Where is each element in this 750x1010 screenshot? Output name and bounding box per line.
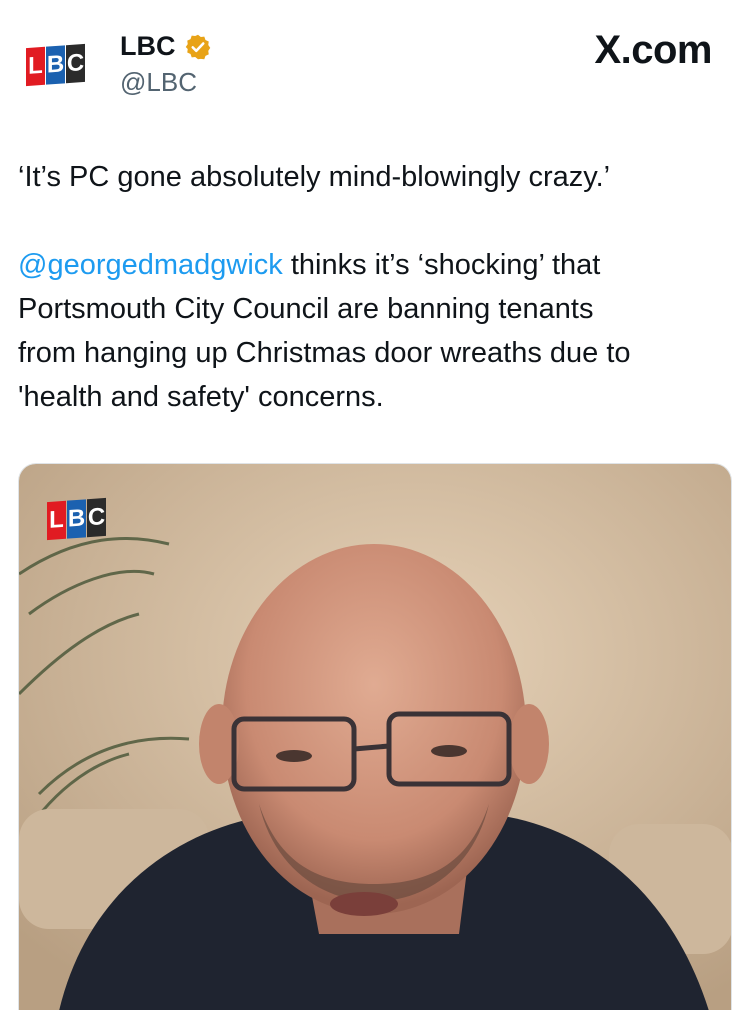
body-line-4: 'health and safety' concerns. — [18, 381, 384, 413]
logo-letter: L — [26, 46, 45, 87]
video-frame-image — [19, 464, 731, 1010]
body-line-1: @georgedmadgwick thinks it’s ‘shocking’ … — [18, 243, 730, 287]
account-handle[interactable]: @LBC — [120, 67, 197, 98]
body-line-3: from hanging up Christmas door wreaths d… — [18, 337, 631, 369]
logo-letter: L — [47, 500, 66, 541]
logo-letter: C — [87, 497, 106, 538]
video-lbc-logo: L B C — [47, 497, 106, 541]
quote-line: ‘It’s PC gone absolutely mind-blowingly … — [18, 161, 611, 193]
account-name[interactable]: LBC — [120, 31, 176, 62]
logo-letter: B — [46, 45, 65, 85]
body-line-2: Portsmouth City Council are banning tena… — [18, 293, 594, 325]
tweet-text: ‘It’s PC gone absolutely mind-blowingly … — [18, 155, 730, 419]
mention-link[interactable]: @georgedmadgwick — [18, 249, 283, 281]
source-watermark: X.com — [594, 28, 712, 72]
video-thumbnail[interactable]: L B C — [18, 463, 732, 1010]
logo-letter: B — [67, 499, 86, 539]
verified-badge-icon — [185, 34, 210, 59]
body-text: thinks it’s ‘shocking’ that — [282, 249, 601, 281]
tweet-header: L B C LBC @LBC X.com — [0, 0, 750, 120]
account-name-row: LBC — [120, 31, 212, 62]
logo-letter: C — [66, 43, 85, 84]
lbc-avatar-logo[interactable]: L B C — [26, 43, 85, 87]
